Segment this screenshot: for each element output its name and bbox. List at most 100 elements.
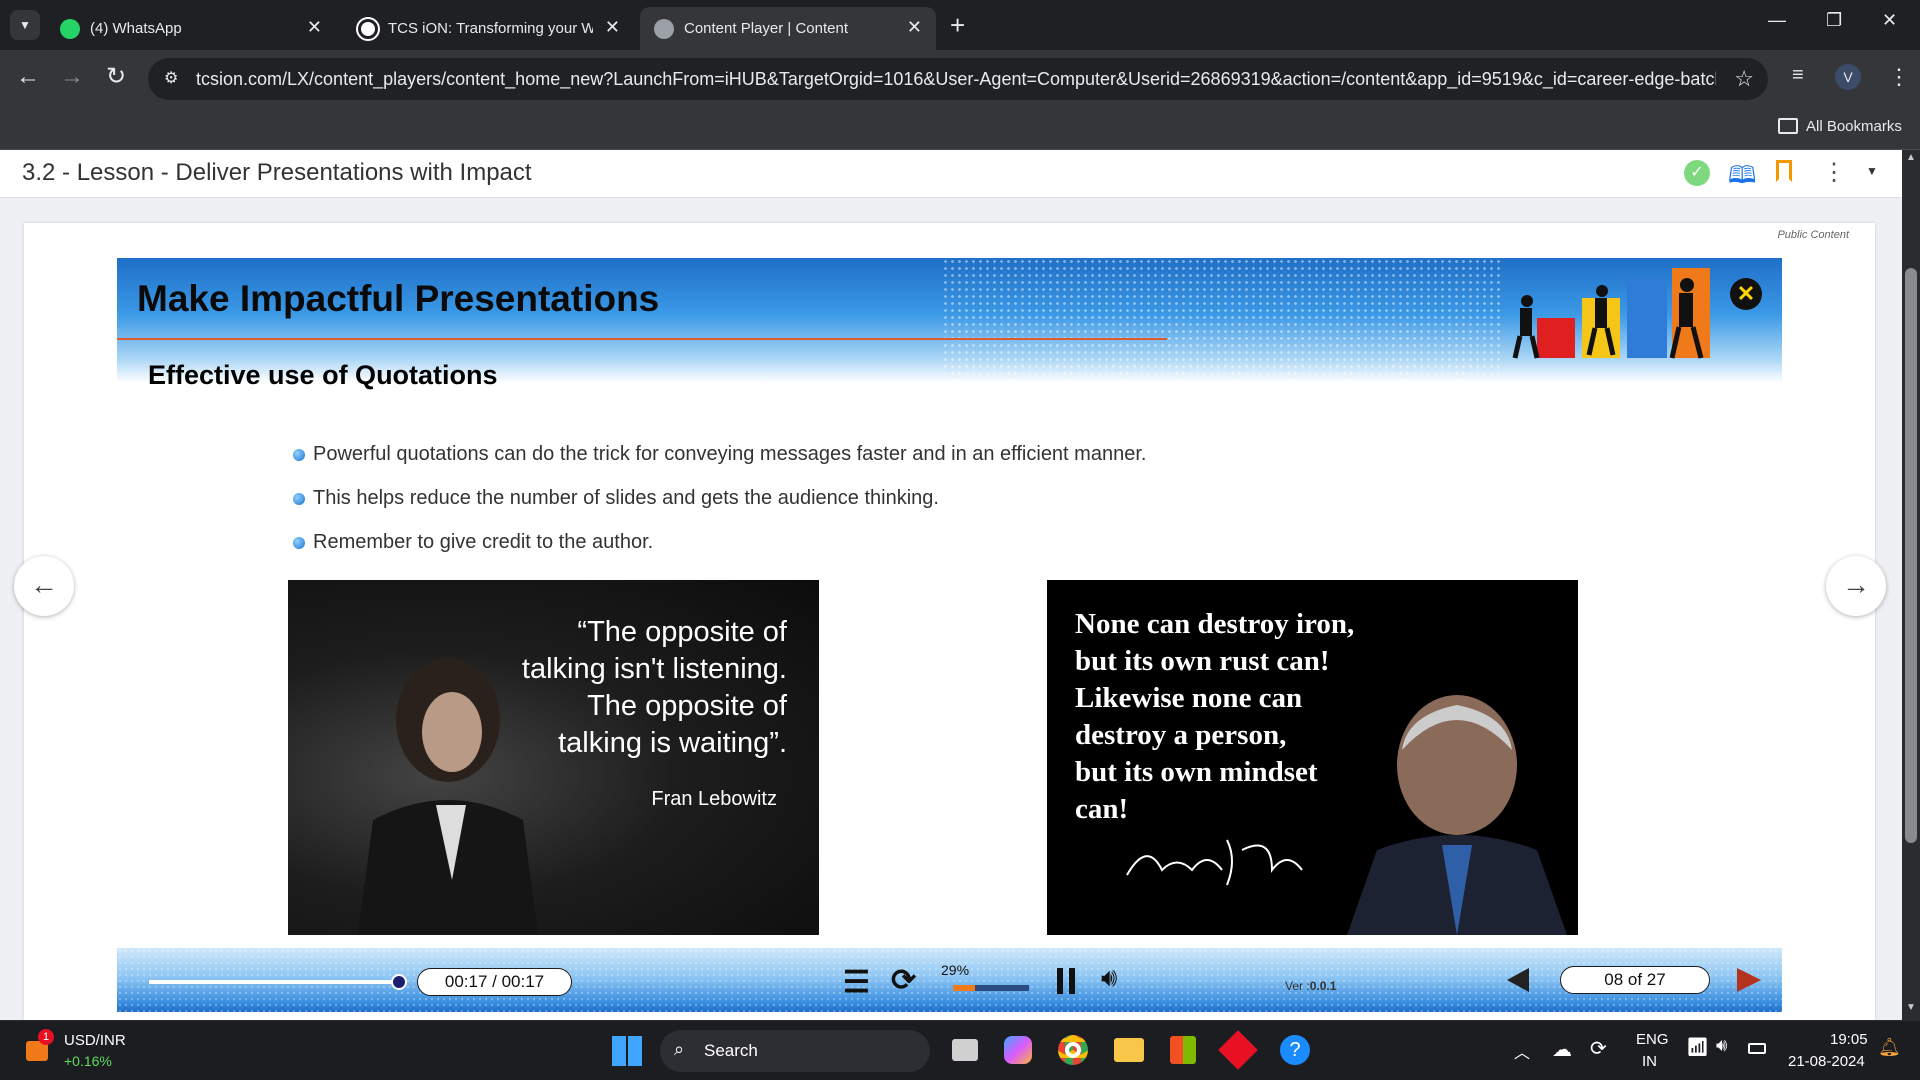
quote-line: destroy a person, [1075,719,1287,751]
quote-line: but its own mindset [1075,756,1318,788]
close-icon[interactable]: ✕ [307,17,322,38]
tab-search-button[interactable]: ▼ [10,10,40,40]
tab-strip: ▼ (4) WhatsApp ✕ TCS iON: Transforming y… [0,0,1920,50]
back-icon[interactable]: ← [16,63,40,91]
slide: Make Impactful Presentations ✕ Effective… [117,258,1782,1018]
taskbar-search[interactable]: ⌕ Search [660,1030,930,1072]
tab-tcs-ion[interactable]: TCS iON: Transforming your Wo ✕ [344,7,634,50]
notification-bell-icon[interactable]: 🔔︎ [1878,1037,1901,1058]
menu-icon[interactable]: ⋮ [1888,64,1910,90]
reload-icon[interactable]: ↻ [106,62,126,91]
app-icon[interactable] [1218,1030,1258,1070]
more-options-icon[interactable]: ⋮ [1822,158,1846,187]
next-slide-arrow-icon[interactable] [1737,968,1761,992]
windows-start-icon[interactable] [612,1036,642,1066]
lesson-header: 3.2 - Lesson - Deliver Presentations wit… [0,150,1902,198]
chrome-icon[interactable] [1058,1035,1088,1065]
business-people-icon [1512,268,1710,359]
lang-bottom[interactable]: IN [1642,1053,1657,1070]
tab-label: (4) WhatsApp [90,20,182,37]
quote-image-lebowitz: “The opposite of talking isn't listening… [288,580,819,935]
pause-icon[interactable] [1057,968,1075,994]
tab-content-player[interactable]: Content Player | Content ✕ [640,7,936,50]
bullet-text: Powerful quotations can do the trick for… [313,443,1147,465]
quote-line: talking isn't listening. [521,653,787,685]
copilot-icon[interactable] [1004,1036,1032,1064]
avatar[interactable]: V [1835,64,1861,90]
notification-badge: 1 [38,1029,54,1045]
signature-graphic [1126,839,1303,886]
star-icon[interactable]: ☆ [1734,66,1754,92]
version-prefix: Ver : [1285,979,1310,993]
all-bookmarks-link[interactable]: All Bookmarks [1806,118,1902,135]
previous-page-button[interactable]: ← [14,556,74,616]
site-info-icon[interactable]: ⚙ [164,68,178,88]
minimize-icon[interactable]: — [1768,10,1786,31]
lang-top[interactable]: ENG [1636,1031,1669,1048]
taskbar: 1 USD/INR +0.16% ⌕ Search ? ︿ ☁ ⟳ ENG IN… [0,1020,1920,1080]
bullet-item: Powerful quotations can do the trick for… [293,443,1146,466]
bullet-item: Remember to give credit to the author. [293,531,653,554]
previous-slide-arrow-icon[interactable] [1507,968,1529,992]
bullet-icon [293,448,305,461]
bullet-text: This helps reduce the number of slides a… [313,487,939,509]
close-icon[interactable]: ✕ [1730,278,1762,310]
version-label: Ver :0.0.1 [1285,979,1336,993]
task-view-icon[interactable] [952,1039,978,1061]
speaker-icon[interactable]: 🔊︎ [1716,1035,1727,1056]
ticker-name: USD/INR [64,1032,126,1049]
restore-icon[interactable]: ❐ [1826,10,1842,31]
window-close-icon[interactable]: ✕ [1882,10,1897,31]
stock-widget[interactable]: 1 USD/INR +0.16% [22,1029,162,1073]
next-page-button[interactable]: → [1826,556,1886,616]
volume-icon[interactable]: 🔊︎ [1101,962,1117,994]
buffer-fill [953,985,976,991]
quote-line: The opposite of [587,690,787,722]
help-icon[interactable]: ? [1280,1035,1310,1065]
new-tab-button[interactable]: + [950,10,965,41]
chevron-down-icon: ▼ [19,18,31,32]
seek-handle[interactable] [391,974,407,990]
bookmark-icon[interactable] [1776,160,1792,182]
tab-whatsapp[interactable]: (4) WhatsApp ✕ [46,7,336,50]
clock-date[interactable]: 21-08-2024 [1788,1053,1865,1070]
battery-icon[interactable] [1748,1043,1766,1054]
bullet-text: Remember to give credit to the author. [313,531,654,553]
chevron-up-icon[interactable]: ︿ [1514,1039,1530,1063]
quote-line: “The opposite of [577,616,787,648]
list-icon[interactable]: ☰ [843,965,870,1000]
bookmarks-bar: All Bookmarks [0,108,1920,150]
store-icon[interactable] [1170,1036,1196,1064]
scrollbar[interactable]: ▲ ▼ [1902,150,1920,1020]
bullet-item: This helps reduce the number of slides a… [293,487,939,510]
clock-time[interactable]: 19:05 [1830,1031,1868,1048]
scroll-up-icon[interactable]: ▲ [1906,152,1916,163]
quote-line: but its own rust can! [1075,645,1330,677]
caret-down-icon[interactable]: ▼ [1866,164,1878,178]
address-bar[interactable]: ⚙ tcsion.com/LX/content_players/content_… [148,58,1768,100]
sync-icon[interactable]: ⟳ [1590,1036,1607,1061]
seek-fill [149,980,399,984]
cloud-icon[interactable]: ☁ [1552,1037,1572,1062]
quote-line: Likewise none can [1075,682,1303,714]
close-icon[interactable]: ✕ [907,17,922,38]
arrow-right-icon: → [1842,569,1870,600]
forward-icon[interactable]: → [60,63,84,91]
search-label: Search [704,1041,758,1060]
player-controls: 00:17 / 00:17 ☰ ⟳ 29% 🔊︎ Ver :0.0.1 08 o… [117,948,1782,1012]
bullet-icon [293,536,305,549]
media-control-icon[interactable]: ≡ [1792,64,1804,87]
tab-label: TCS iON: Transforming your Wo [388,20,593,37]
slide-title: Make Impactful Presentations [137,278,660,319]
replay-icon[interactable]: ⟳ [891,963,916,998]
buffer-percent: 29% [941,962,970,978]
tcs-icon [358,18,378,39]
scroll-down-icon[interactable]: ▼ [1906,1002,1916,1013]
wifi-icon[interactable]: 📶︎ [1686,1037,1709,1058]
quote-image-tata: None can destroy iron, but its own rust … [1047,580,1578,935]
scrollbar-thumb[interactable] [1905,268,1917,843]
file-explorer-icon[interactable] [1114,1038,1144,1062]
book-icon[interactable]: 🕮 [1728,158,1756,199]
quote-line: None can destroy iron, [1075,608,1355,640]
close-icon[interactable]: ✕ [605,17,620,38]
